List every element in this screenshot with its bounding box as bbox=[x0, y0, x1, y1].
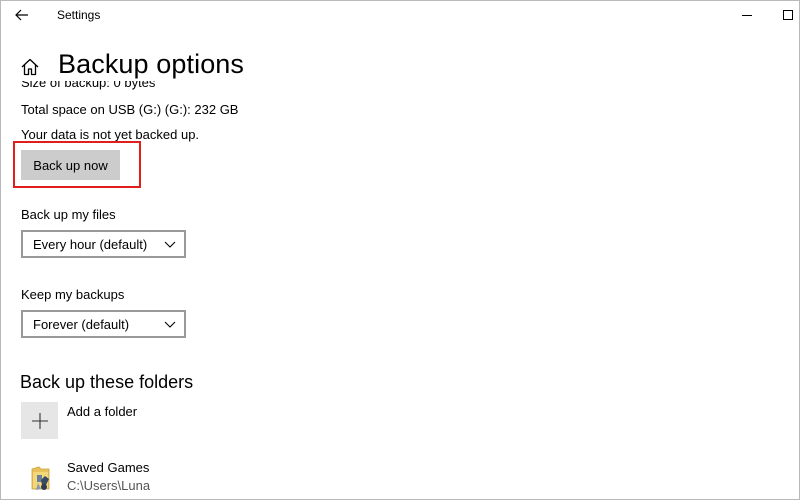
minimize-button[interactable] bbox=[736, 5, 758, 25]
backup-size-text: Size of backup: 0 bytes bbox=[21, 81, 155, 91]
chevron-down-icon bbox=[164, 241, 176, 248]
backup-frequency-label: Back up my files bbox=[21, 207, 116, 222]
plus-icon bbox=[31, 412, 48, 429]
title-bar: Settings bbox=[1, 1, 799, 31]
folder-list-item[interactable]: Saved Games C:\Users\Luna bbox=[21, 458, 321, 498]
maximize-button[interactable] bbox=[777, 5, 799, 25]
page-title: Backup options bbox=[58, 49, 245, 79]
backup-frequency-dropdown[interactable]: Every hour (default) bbox=[21, 230, 186, 258]
keep-backups-value: Forever (default) bbox=[33, 317, 130, 332]
app-title: Settings bbox=[57, 8, 101, 22]
backup-frequency-value: Every hour (default) bbox=[33, 237, 148, 252]
keep-backups-label: Keep my backups bbox=[21, 287, 125, 302]
total-space-text: Total space on USB (G:) (G:): 232 GB bbox=[21, 102, 239, 117]
home-icon[interactable] bbox=[20, 57, 40, 77]
folder-name: Saved Games bbox=[67, 460, 150, 475]
arrow-left-icon bbox=[15, 9, 28, 21]
folders-section-title: Back up these folders bbox=[20, 372, 194, 392]
settings-window: Settings Backup options Size of backup: … bbox=[0, 0, 800, 500]
add-folder-label[interactable]: Add a folder bbox=[67, 404, 137, 419]
keep-backups-dropdown[interactable]: Forever (default) bbox=[21, 310, 186, 338]
chevron-down-icon bbox=[164, 321, 176, 328]
folder-path: C:\Users\Luna bbox=[67, 478, 151, 493]
back-button[interactable] bbox=[9, 4, 35, 26]
backup-status-text: Your data is not yet backed up. bbox=[21, 127, 200, 142]
maximize-icon bbox=[783, 10, 793, 20]
saved-games-folder-icon bbox=[31, 466, 50, 490]
minimize-icon bbox=[742, 15, 752, 16]
add-folder-button[interactable] bbox=[21, 402, 58, 439]
back-up-now-button[interactable]: Back up now bbox=[21, 150, 120, 180]
backup-size-value: Size of backup: 0 bytes bbox=[21, 81, 156, 90]
